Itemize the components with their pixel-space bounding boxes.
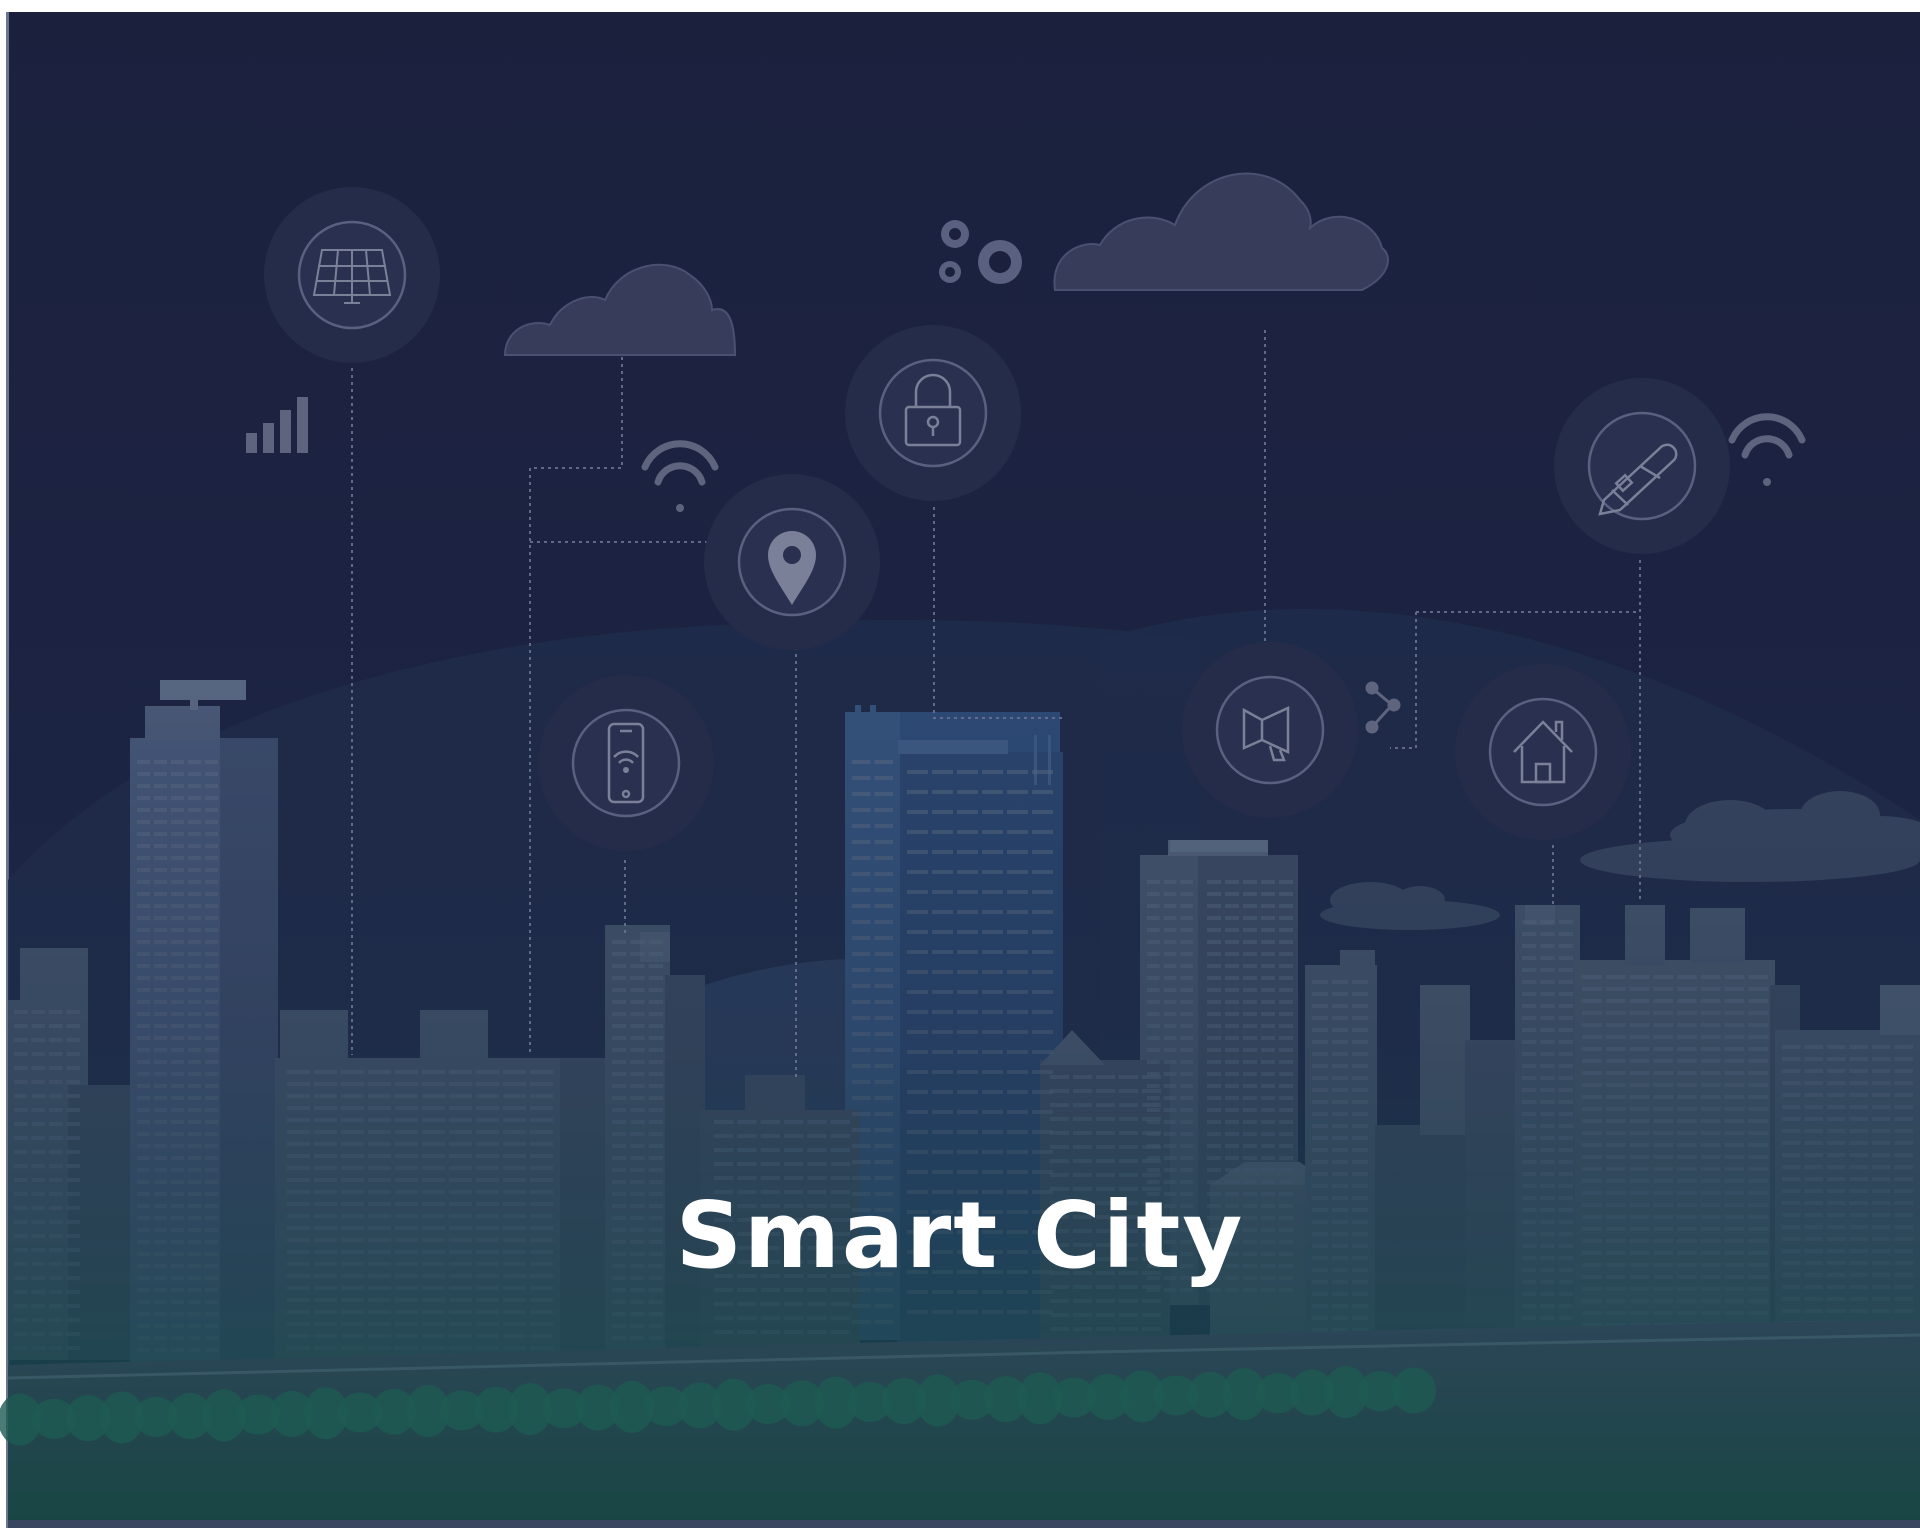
- solar-panel-icon: [264, 187, 440, 363]
- megaphone-icon: [1182, 642, 1358, 818]
- smart-city-illustration: [0, 0, 1920, 1528]
- location-pin-icon: [704, 474, 880, 650]
- page-title: Smart City: [675, 1182, 1245, 1289]
- lock-icon: [845, 325, 1021, 501]
- bottom-strip: [8, 1520, 1920, 1528]
- smart-home-icon: [1455, 664, 1631, 840]
- smartphone-wifi-icon: [538, 675, 714, 851]
- pen-icon: [1554, 378, 1730, 554]
